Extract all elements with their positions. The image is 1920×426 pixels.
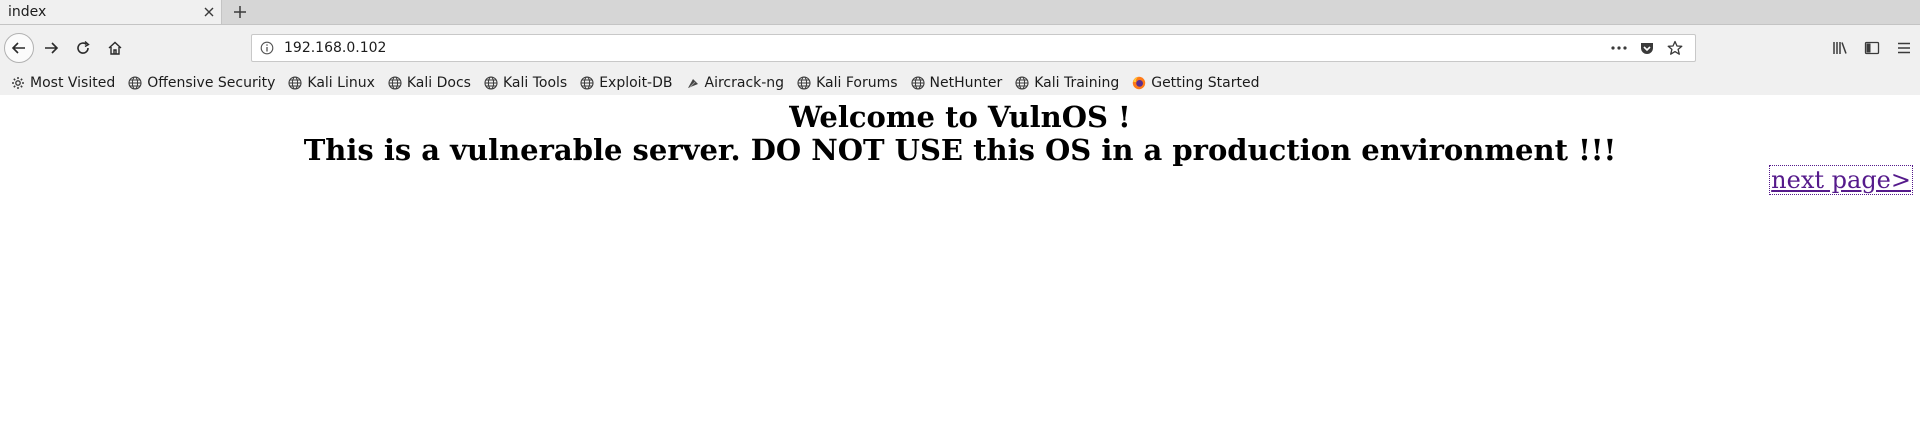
hamburger-menu-icon[interactable]	[1888, 33, 1920, 63]
globe-icon	[579, 75, 595, 91]
bookmarks-toolbar: Most Visited Offensive Security Kali Lin…	[0, 71, 1920, 96]
bookmark-exploit-db[interactable]: Exploit-DB	[579, 72, 673, 94]
home-icon	[108, 41, 122, 55]
right-toolbar	[1824, 33, 1920, 63]
plus-icon	[234, 6, 246, 18]
arrow-left-icon	[11, 42, 25, 54]
globe-icon	[287, 75, 303, 91]
globe-icon	[483, 75, 499, 91]
welcome-heading: Welcome to VulnOS !	[789, 100, 1131, 134]
tab-close-icon[interactable]	[197, 0, 221, 24]
bookmark-label: Most Visited	[30, 75, 116, 91]
url-bar[interactable]: 192.168.0.102	[251, 34, 1696, 62]
globe-icon	[910, 75, 926, 91]
globe-icon	[796, 75, 812, 91]
browser-window: index 192.168.0.102 Most Visited Offensi…	[0, 0, 1920, 426]
reload-icon	[77, 40, 90, 54]
bookmark-star-icon[interactable]	[1661, 35, 1689, 61]
page-actions-icon[interactable]	[1605, 35, 1633, 61]
bookmark-aircrack-ng[interactable]: Aircrack-ng	[685, 72, 785, 94]
bookmark-nethunter[interactable]: NetHunter	[910, 72, 1003, 94]
globe-icon	[127, 75, 143, 91]
bookmark-kali-training[interactable]: Kali Training	[1014, 72, 1119, 94]
tab-strip: index	[0, 0, 1920, 25]
new-tab-button[interactable]	[222, 0, 258, 24]
sidebar-icon[interactable]	[1856, 33, 1888, 63]
bookmark-label: Kali Training	[1034, 75, 1120, 91]
bookmark-label: Kali Linux	[307, 75, 375, 91]
aircrack-icon	[685, 75, 701, 91]
bookmark-kali-forums[interactable]: Kali Forums	[796, 72, 898, 94]
url-actions	[1605, 35, 1695, 61]
tab-index[interactable]: index	[0, 0, 222, 24]
bookmark-label: Offensive Security	[147, 75, 276, 91]
bookmark-most-visited[interactable]: Most Visited	[10, 72, 115, 94]
firefox-icon	[1131, 75, 1147, 91]
url-text[interactable]: 192.168.0.102	[282, 40, 1605, 56]
bookmark-label: Getting Started	[1151, 75, 1260, 91]
pocket-icon[interactable]	[1633, 35, 1661, 61]
bookmark-getting-started[interactable]: Getting Started	[1131, 72, 1259, 94]
bookmark-label: Kali Tools	[502, 75, 568, 91]
bookmark-label: Aircrack-ng	[704, 75, 785, 91]
bookmark-kali-docs[interactable]: Kali Docs	[387, 72, 471, 94]
warning-heading: This is a vulnerable server. DO NOT USE …	[303, 133, 1617, 167]
bookmark-label: Kali Forums	[816, 75, 898, 91]
nav-toolbar: 192.168.0.102	[0, 25, 1920, 71]
globe-icon	[1014, 75, 1030, 91]
next-page-link[interactable]: next page>	[1769, 165, 1913, 195]
tab-title: index	[8, 4, 47, 20]
home-button[interactable]	[100, 33, 130, 63]
bookmark-label: Exploit-DB	[599, 75, 673, 91]
bookmark-kali-linux[interactable]: Kali Linux	[287, 72, 375, 94]
site-info-icon[interactable]	[252, 35, 282, 61]
back-button[interactable]	[4, 33, 34, 63]
bookmark-offensive-security[interactable]: Offensive Security	[127, 72, 275, 94]
globe-icon	[387, 75, 403, 91]
bookmark-label: Kali Docs	[406, 75, 471, 91]
bookmark-label: NetHunter	[929, 75, 1003, 91]
bookmark-kali-tools[interactable]: Kali Tools	[483, 72, 567, 94]
library-icon[interactable]	[1824, 33, 1856, 63]
reload-button[interactable]	[68, 33, 98, 63]
gear-icon	[10, 75, 26, 91]
page-content: Welcome to VulnOS ! This is a vulnerable…	[0, 95, 1920, 426]
arrow-right-icon	[45, 42, 59, 54]
forward-button[interactable]	[36, 33, 66, 63]
